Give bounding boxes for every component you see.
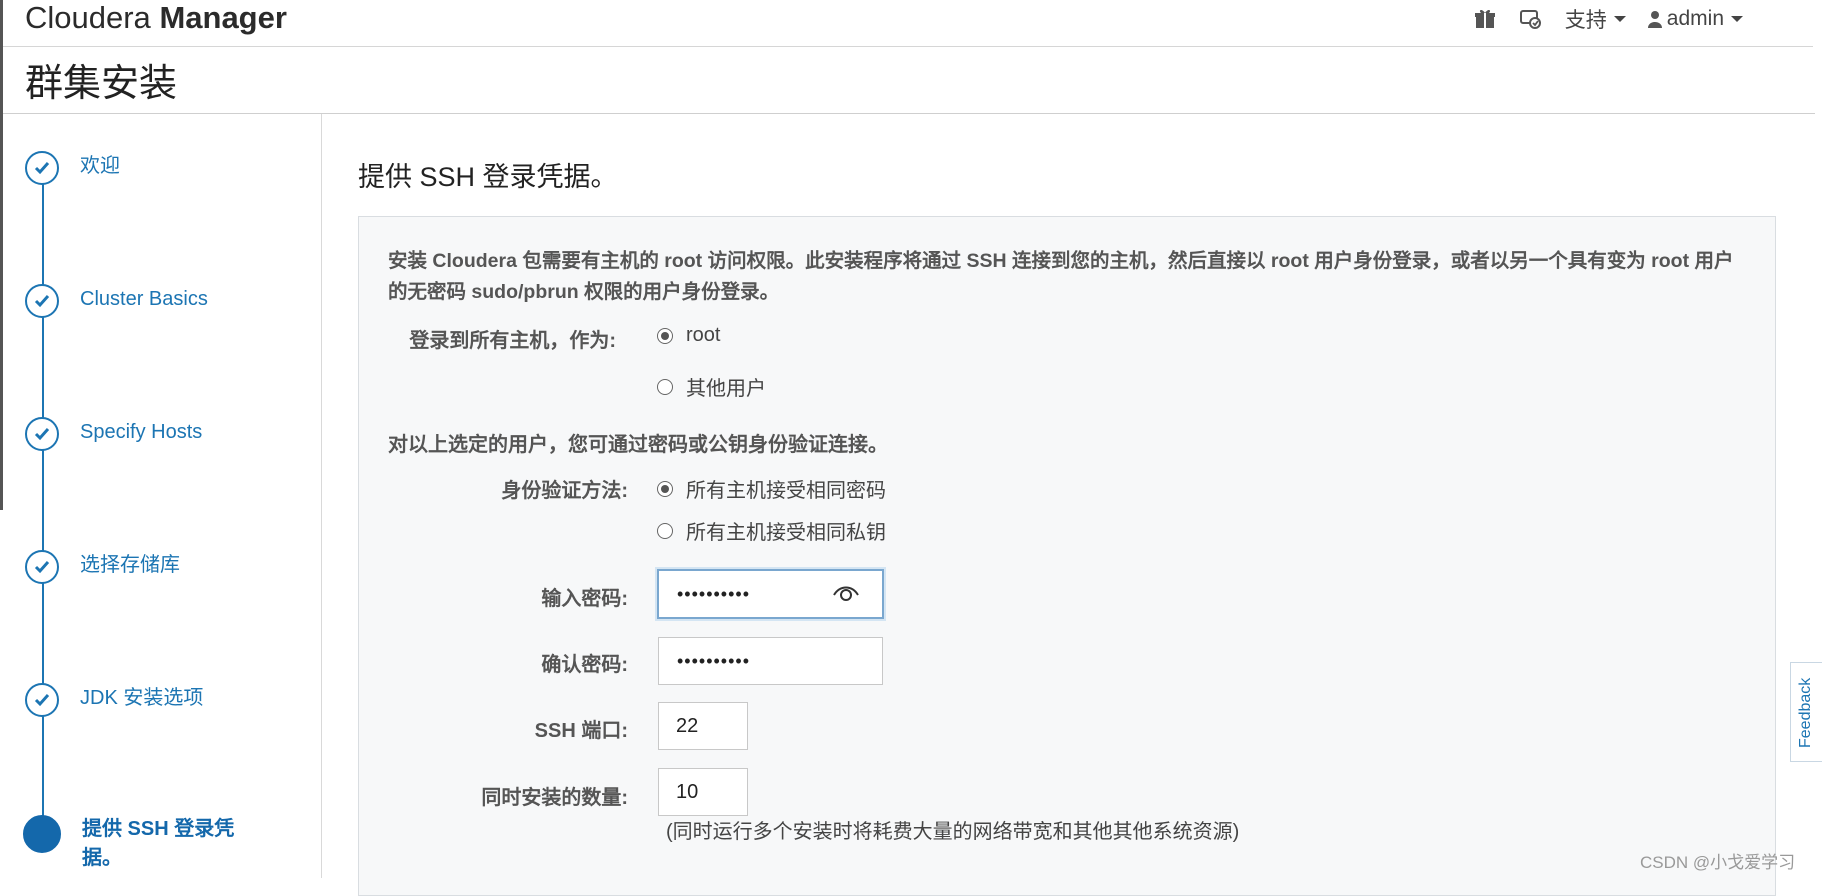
auth-option-password[interactable]: 所有主机接受相同密码 [657,474,886,503]
radio-selected-icon[interactable] [657,327,673,344]
wizard-step-welcome[interactable]: 欢迎 [25,151,120,185]
wizard-progress-line [42,170,44,835]
confirm-password-label: 确认密码: [541,654,628,676]
confirm-password-input[interactable]: •••••••••• [658,637,883,685]
radio-icon[interactable] [657,378,673,395]
user-label: admin [1666,7,1724,30]
concurrency-input[interactable]: 10 [658,768,748,816]
chevron-down-icon [1731,16,1743,22]
brand-bold: Manager [159,0,287,35]
password-value: •••••••••• [677,583,751,604]
login-as-label: 登录到所有主机，作为: [409,330,616,352]
ssh-port-input[interactable]: 22 [658,702,748,750]
radio-label: 所有主机接受相同私钥 [686,522,886,544]
wizard-step-jdk[interactable]: JDK 安装选项 [25,683,203,717]
radio-icon[interactable] [657,522,673,539]
top-nav: 支持 admin [1473,4,1743,34]
password-input[interactable]: •••••••••• [657,569,884,619]
active-step-icon [23,815,61,853]
page-title: 群集安装 [25,63,178,105]
check-icon [25,151,59,185]
wizard-step-label: Specify Hosts [80,421,203,443]
check-icon [25,417,59,451]
section-heading: 提供 SSH 登录凭据。 [358,162,618,192]
tasks-icon[interactable] [1519,7,1543,31]
watermark: CSDN @小戈爱学习 [1640,853,1796,872]
confirm-password-value: •••••••••• [677,650,751,671]
wizard-step-ssh-credentials[interactable]: 提供 SSH 登录凭据。 [23,815,252,873]
concurrency-note: (同时运行多个安装时将耗费大量的网络带宽和其他其他系统资源) [666,821,1240,843]
check-icon [25,284,59,318]
wizard-step-specify-hosts[interactable]: Specify Hosts [25,417,202,451]
wizard-step-label: Cluster Basics [80,288,208,310]
password-label: 输入密码: [541,588,628,610]
eye-icon[interactable] [832,583,860,609]
check-icon [25,550,59,584]
brand-light: Cloudera [25,0,151,35]
radio-label: 所有主机接受相同密码 [686,480,886,502]
chevron-down-icon [1613,16,1626,22]
feedback-label: Feedback [1797,677,1814,748]
support-label: 支持 [1564,9,1607,32]
radio-selected-icon[interactable] [657,480,673,497]
wizard-step-repository[interactable]: 选择存储库 [25,550,180,584]
user-menu[interactable]: admin [1647,7,1743,31]
wizard-step-label: 欢迎 [80,155,120,177]
top-navbar: Cloudera Manager 支持 admin [3,0,1813,47]
ssh-port-label: SSH 端口: [534,720,628,742]
wizard-step-cluster-basics[interactable]: Cluster Basics [25,284,208,318]
auth-section-text: 对以上选定的用户，您可通过密码或公钥身份验证连接。 [388,434,888,456]
user-icon [1647,11,1662,28]
login-option-other-user[interactable]: 其他用户 [657,372,766,401]
gift-icon[interactable] [1473,7,1497,31]
radio-label: 其他用户 [686,378,766,400]
ssh-port-value: 22 [676,714,699,737]
auth-method-label: 身份验证方法: [501,480,628,502]
concurrency-label: 同时安装的数量: [481,787,628,809]
concurrency-value: 10 [676,780,699,803]
intro-text: 安装 Cloudera 包需要有主机的 root 访问权限。此安装程序将通过 S… [388,250,1734,303]
radio-label: root [686,324,721,346]
wizard-step-label: 提供 SSH 登录凭据。 [82,818,235,869]
wizard-step-label: JDK 安装选项 [80,687,204,709]
login-option-root[interactable]: root [657,324,720,347]
check-icon [25,683,59,717]
feedback-tab[interactable]: Feedback [1790,662,1822,762]
auth-option-private-key[interactable]: 所有主机接受相同私钥 [657,516,886,545]
brand-logo[interactable]: Cloudera Manager [25,0,287,36]
wizard-step-label: 选择存储库 [80,554,180,576]
wizard-sidebar [3,114,322,878]
support-menu[interactable]: 支持 [1565,4,1626,34]
